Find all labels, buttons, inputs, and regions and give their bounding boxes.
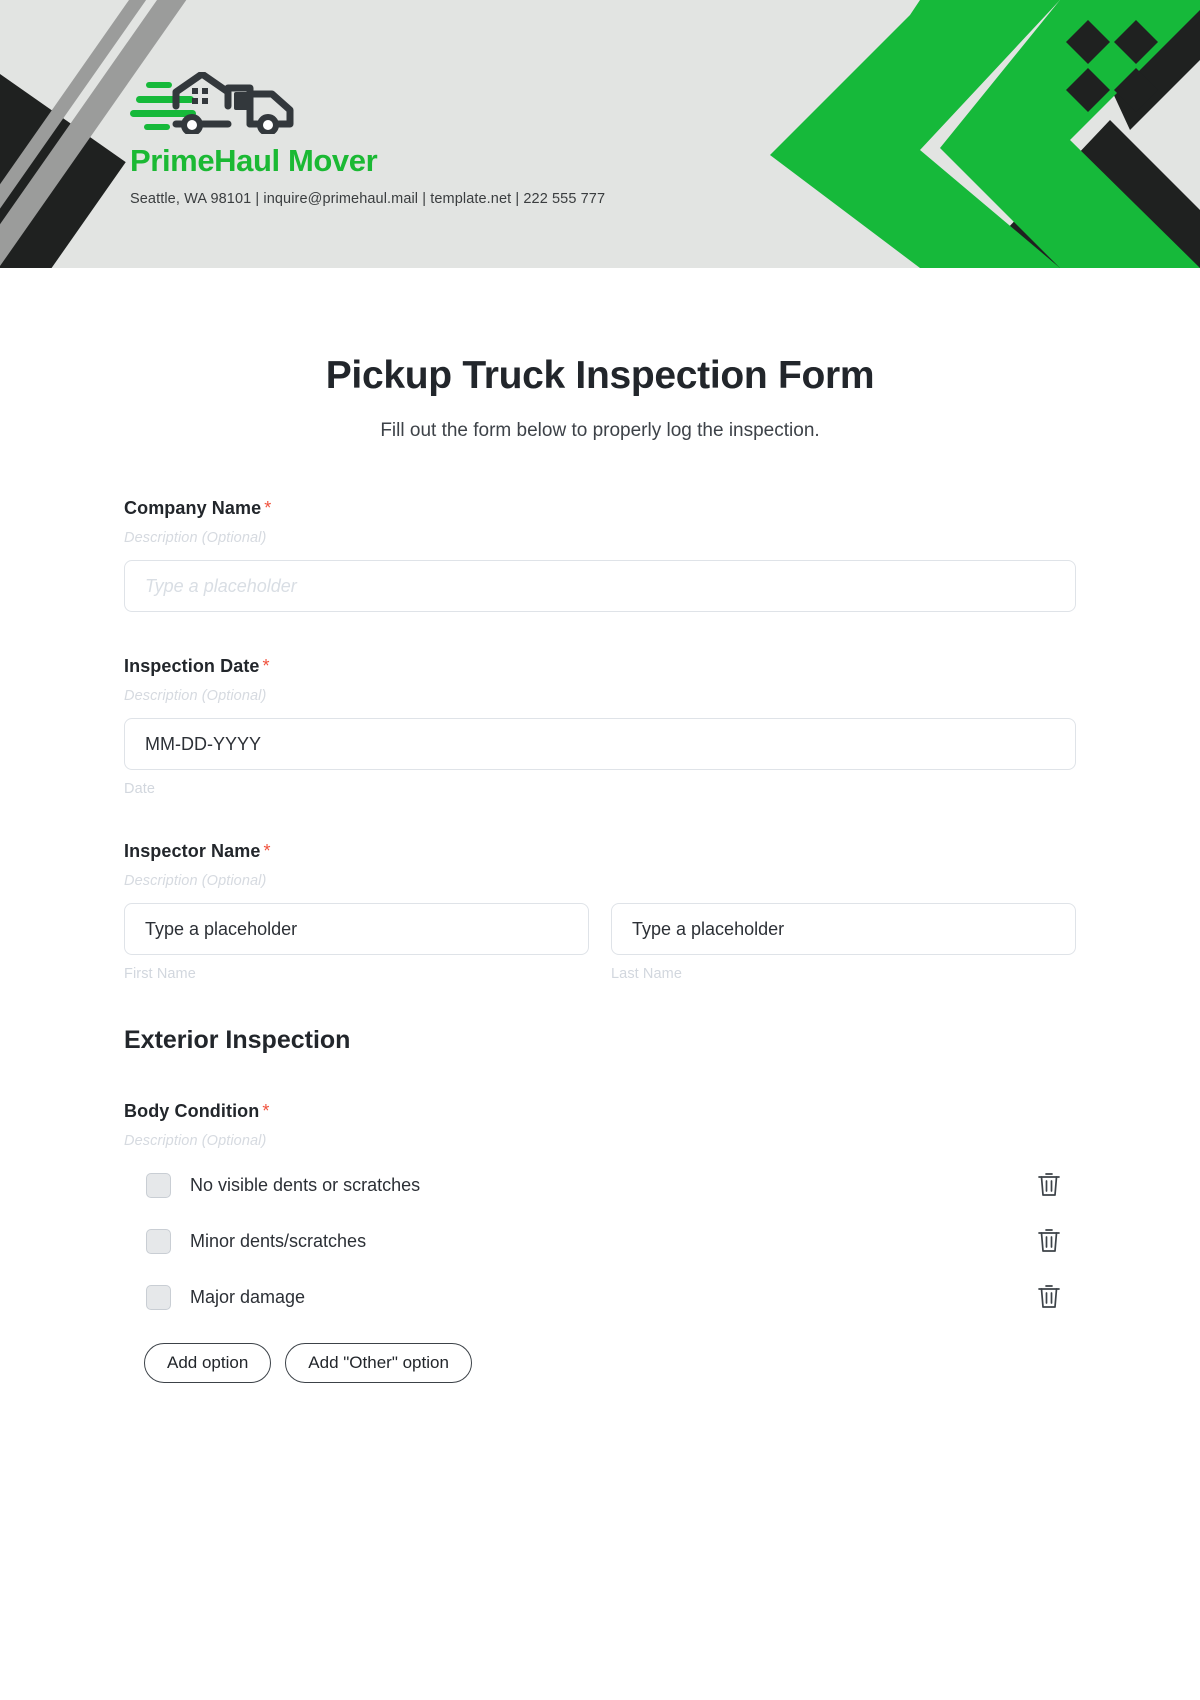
truck-icon: [130, 70, 750, 139]
option-label: Major damage: [190, 1286, 306, 1307]
checkbox-icon[interactable]: [146, 1172, 171, 1198]
option-row[interactable]: Major damage: [124, 1277, 1076, 1317]
field-company-name: Company Name * Description (Optional) Typ…: [124, 498, 1076, 612]
required-asterisk: *: [262, 1101, 270, 1121]
form-page: Pickup Truck Inspection Form Fill out th…: [0, 268, 1200, 1383]
form-header: Pickup Truck Inspection Form Fill out th…: [0, 268, 1200, 442]
checkbox-icon[interactable]: [146, 1228, 171, 1254]
checkbox-icon[interactable]: [146, 1284, 171, 1310]
inspection-date-label-text: Inspection Date: [124, 656, 260, 676]
delete-option-button[interactable]: [1036, 1226, 1062, 1256]
inspection-date-label: Inspection Date *: [124, 656, 1076, 677]
section-heading-exterior-inspection: Exterior Inspection: [124, 1026, 351, 1054]
option-row[interactable]: No visible dents or scratches: [124, 1165, 1076, 1205]
option-row[interactable]: Minor dents/scratches: [124, 1221, 1076, 1261]
brand-contact-line: Seattle, WA 98101 | inquire@primehaul.ma…: [130, 191, 606, 207]
form-body: Company Name * Description (Optional) Typ…: [0, 498, 1200, 1383]
add-option-button[interactable]: Add option: [144, 1343, 272, 1383]
first-name-input[interactable]: Type a placeholder: [124, 903, 589, 955]
last-name-input[interactable]: Type a placeholder: [611, 903, 1076, 955]
company-name-description: Description (Optional): [124, 530, 267, 546]
brand-logo-block: PrimeHaul Mover Seattle, WA 98101 | inqu…: [130, 70, 750, 207]
option-actions: Add option Add "Other" option: [124, 1343, 1076, 1383]
field-inspector-name: Inspector Name * Description (Optional) T…: [124, 841, 1076, 982]
required-asterisk: *: [264, 498, 272, 518]
company-name-label: Company Name *: [124, 498, 1076, 519]
banner-chevron-graphic: [770, 0, 1200, 268]
last-name-sublabel: Last Name: [611, 966, 683, 982]
page-subtitle: Fill out the form below to properly log …: [380, 420, 820, 441]
field-inspection-date: Inspection Date * Description (Optional) …: [124, 656, 1076, 797]
inspection-date-sublabel: Date: [124, 781, 156, 797]
first-name-sublabel: First Name: [124, 966, 196, 982]
delete-option-button[interactable]: [1036, 1170, 1062, 1200]
option-label: Minor dents/scratches: [190, 1230, 367, 1251]
inspector-name-label-text: Inspector Name: [124, 841, 261, 861]
required-asterisk: *: [263, 841, 271, 861]
add-other-option-button[interactable]: Add "Other" option: [285, 1343, 472, 1383]
inspector-name-label: Inspector Name *: [124, 841, 1076, 862]
inspection-date-input[interactable]: MM-DD-YYYY: [124, 718, 1076, 770]
company-name-input[interactable]: Type a placeholder: [124, 560, 1076, 612]
inspector-name-description: Description (Optional): [124, 873, 267, 889]
brand-name: PrimeHaul Mover: [130, 143, 378, 178]
option-label: No visible dents or scratches: [190, 1174, 421, 1195]
page-banner: PrimeHaul Mover Seattle, WA 98101 | inqu…: [0, 0, 1200, 268]
field-body-condition: Body Condition * Description (Optional) N…: [124, 1101, 1076, 1383]
body-condition-label-text: Body Condition: [124, 1101, 260, 1121]
body-condition-label: Body Condition *: [124, 1101, 1076, 1122]
delete-option-button[interactable]: [1036, 1282, 1062, 1312]
inspector-name-inputs: Type a placeholder First Name Type a pla…: [124, 889, 1076, 982]
page-title: Pickup Truck Inspection Form: [325, 354, 875, 397]
body-condition-description: Description (Optional): [124, 1133, 267, 1149]
required-asterisk: *: [262, 656, 270, 676]
company-name-label-text: Company Name: [124, 498, 262, 518]
inspection-date-description: Description (Optional): [124, 688, 267, 704]
